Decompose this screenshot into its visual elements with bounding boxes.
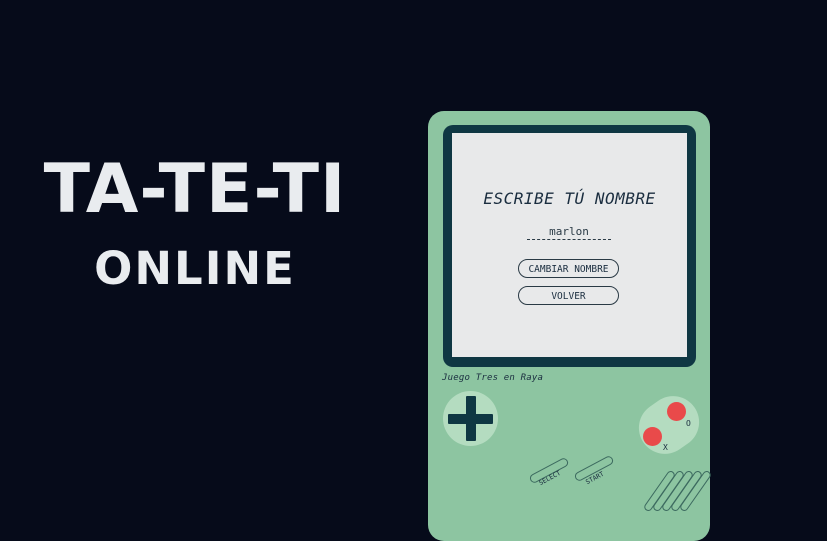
action-button-pad	[628, 385, 710, 465]
o-button[interactable]	[667, 402, 686, 421]
dpad[interactable]	[443, 391, 498, 446]
title-line-1: TA-TE-TI	[43, 150, 347, 229]
screen-bezel: ESCRIBE TÚ NOMBRE marlon CAMBIAR NOMBRE …	[443, 125, 696, 367]
x-button[interactable]	[643, 427, 662, 446]
gameboy-device: ESCRIBE TÚ NOMBRE marlon CAMBIAR NOMBRE …	[428, 111, 713, 541]
name-heading: ESCRIBE TÚ NOMBRE	[483, 189, 656, 208]
change-name-button[interactable]: CAMBIAR NOMBRE	[518, 259, 619, 278]
x-label: X	[663, 443, 668, 452]
o-label: O	[686, 419, 691, 428]
dpad-vertical-icon	[466, 396, 476, 441]
name-input[interactable]: marlon	[527, 225, 611, 240]
title-line-2: ONLINE	[94, 242, 296, 295]
game-screen: ESCRIBE TÚ NOMBRE marlon CAMBIAR NOMBRE …	[452, 133, 687, 357]
back-button[interactable]: VOLVER	[518, 286, 619, 305]
hero-title: TA-TE-TI ONLINE	[0, 140, 390, 304]
game-caption: Juego Tres en Raya	[442, 373, 544, 383]
